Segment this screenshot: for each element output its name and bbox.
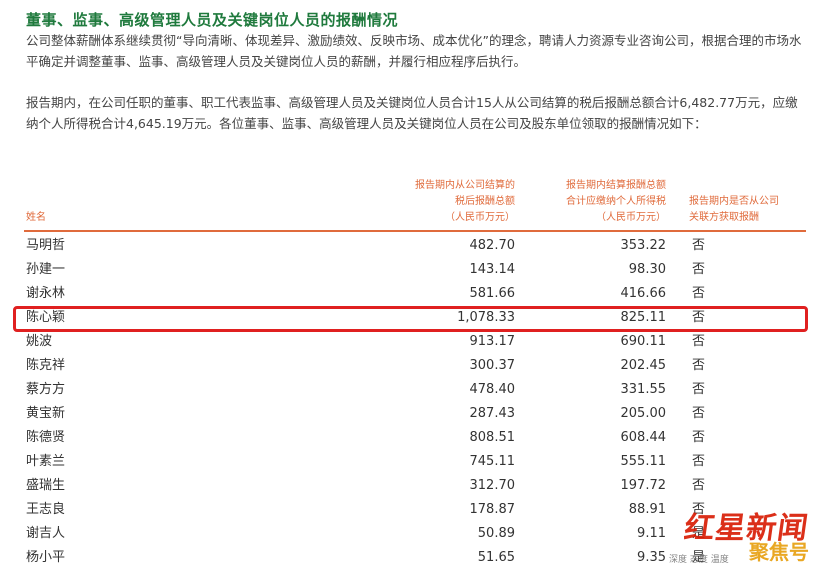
intro-paragraph: 公司整体薪酬体系继续贯彻“导向清晰、体现差异、激励绩效、反映市场、成本优化”的理… [26, 33, 802, 69]
cell-pay: 50.89 [477, 526, 515, 541]
cell-related: 否 [692, 430, 706, 445]
table-row-highlighted: 陈心颖 1,078.33 825.11 否 [0, 306, 813, 330]
table-row: 马明哲 482.70 353.22 否 [0, 234, 813, 258]
cell-name: 谢永林 [26, 286, 66, 301]
table-row: 谢永林 581.66 416.66 否 [0, 282, 813, 306]
cell-name: 蔡方方 [26, 382, 66, 397]
cell-related: 否 [692, 406, 706, 421]
table-row: 孙建一 143.14 98.30 否 [0, 258, 813, 282]
header-tax: 报告期内结算报酬总额 合计应缴纳个人所得税 （人民币万元） [566, 180, 666, 223]
cell-pay: 581.66 [469, 286, 516, 301]
cell-name: 姚波 [26, 334, 53, 349]
cell-related: 否 [692, 358, 706, 373]
table-row: 陈德贤 808.51 608.44 否 [0, 426, 813, 450]
cell-tax: 690.11 [620, 334, 667, 349]
cell-related: 否 [692, 262, 706, 277]
cell-name: 盛瑞生 [26, 478, 66, 493]
cell-tax: 416.66 [620, 286, 667, 301]
cell-name: 叶素兰 [26, 454, 66, 469]
cell-name: 陈德贤 [26, 430, 66, 445]
cell-tax: 197.72 [620, 478, 667, 493]
watermark-sub-text: 深度 态度 温度 [669, 555, 729, 565]
cell-pay: 178.87 [469, 502, 516, 517]
cell-related: 否 [692, 238, 706, 253]
header-name: 姓名 [26, 212, 46, 223]
cell-name: 陈心颖 [26, 310, 66, 325]
cell-pay: 1,078.33 [457, 310, 515, 325]
cell-tax: 202.45 [620, 358, 667, 373]
cell-pay: 482.70 [469, 238, 516, 253]
cell-related: 否 [692, 454, 706, 469]
cell-related: 否 [692, 286, 706, 301]
cell-tax: 555.11 [620, 454, 667, 469]
cell-name: 杨小平 [26, 550, 66, 565]
table-row: 陈克祥 300.37 202.45 否 [0, 354, 813, 378]
cell-pay: 478.40 [469, 382, 516, 397]
cell-name: 陈克祥 [26, 358, 66, 373]
cell-tax: 88.91 [628, 502, 666, 517]
cell-tax: 825.11 [620, 310, 667, 325]
section-heading: 董事、监事、高级管理人员及关键岗位人员的报酬情况 [26, 11, 399, 29]
cell-pay: 312.70 [469, 478, 516, 493]
cell-pay: 913.17 [469, 334, 516, 349]
watermark-tag-text: 聚焦号 [749, 540, 809, 564]
table-row: 黄宝新 287.43 205.00 否 [0, 402, 813, 426]
cell-tax: 331.55 [620, 382, 667, 397]
cell-related: 否 [692, 382, 706, 397]
cell-tax: 9.11 [637, 526, 666, 541]
watermark-logo: 红星新闻 深度 态度 温度 聚焦号 [669, 503, 811, 565]
cell-pay: 287.43 [469, 406, 516, 421]
header-related: 报告期内是否从公司 关联方获取报酬 [689, 196, 779, 223]
summary-paragraph: 报告期内，在公司任职的董事、职工代表监事、高级管理人员及关键岗位人员合计15人从… [26, 95, 798, 131]
cell-tax: 205.00 [620, 406, 667, 421]
cell-tax: 9.35 [637, 550, 666, 565]
cell-name: 黄宝新 [26, 406, 66, 421]
cell-pay: 745.11 [469, 454, 516, 469]
table-row: 叶素兰 745.11 555.11 否 [0, 450, 813, 474]
table-row: 姚波 913.17 690.11 否 [0, 330, 813, 354]
cell-tax: 98.30 [628, 262, 666, 277]
header-pay: 报告期内从公司结算的 税后报酬总额 （人民币万元） [415, 180, 515, 223]
cell-name: 王志良 [26, 502, 66, 517]
cell-tax: 353.22 [620, 238, 667, 253]
cell-name: 马明哲 [26, 238, 66, 253]
cell-pay: 300.37 [469, 358, 516, 373]
table-row: 蔡方方 478.40 331.55 否 [0, 378, 813, 402]
table-row: 盛瑞生 312.70 197.72 否 [0, 474, 813, 498]
table-header: 报告期内从公司结算的 税后报酬总额 （人民币万元） 报告期内结算报酬总额 合计应… [0, 178, 813, 230]
cell-name: 谢吉人 [26, 526, 66, 541]
cell-tax: 608.44 [620, 430, 667, 445]
cell-pay: 808.51 [469, 430, 516, 445]
cell-pay: 143.14 [469, 262, 516, 277]
cell-related: 否 [692, 478, 706, 493]
header-divider [24, 230, 806, 232]
cell-name: 孙建一 [26, 262, 66, 277]
cell-pay: 51.65 [477, 550, 515, 565]
cell-related: 否 [692, 310, 706, 325]
cell-related: 否 [692, 334, 706, 349]
